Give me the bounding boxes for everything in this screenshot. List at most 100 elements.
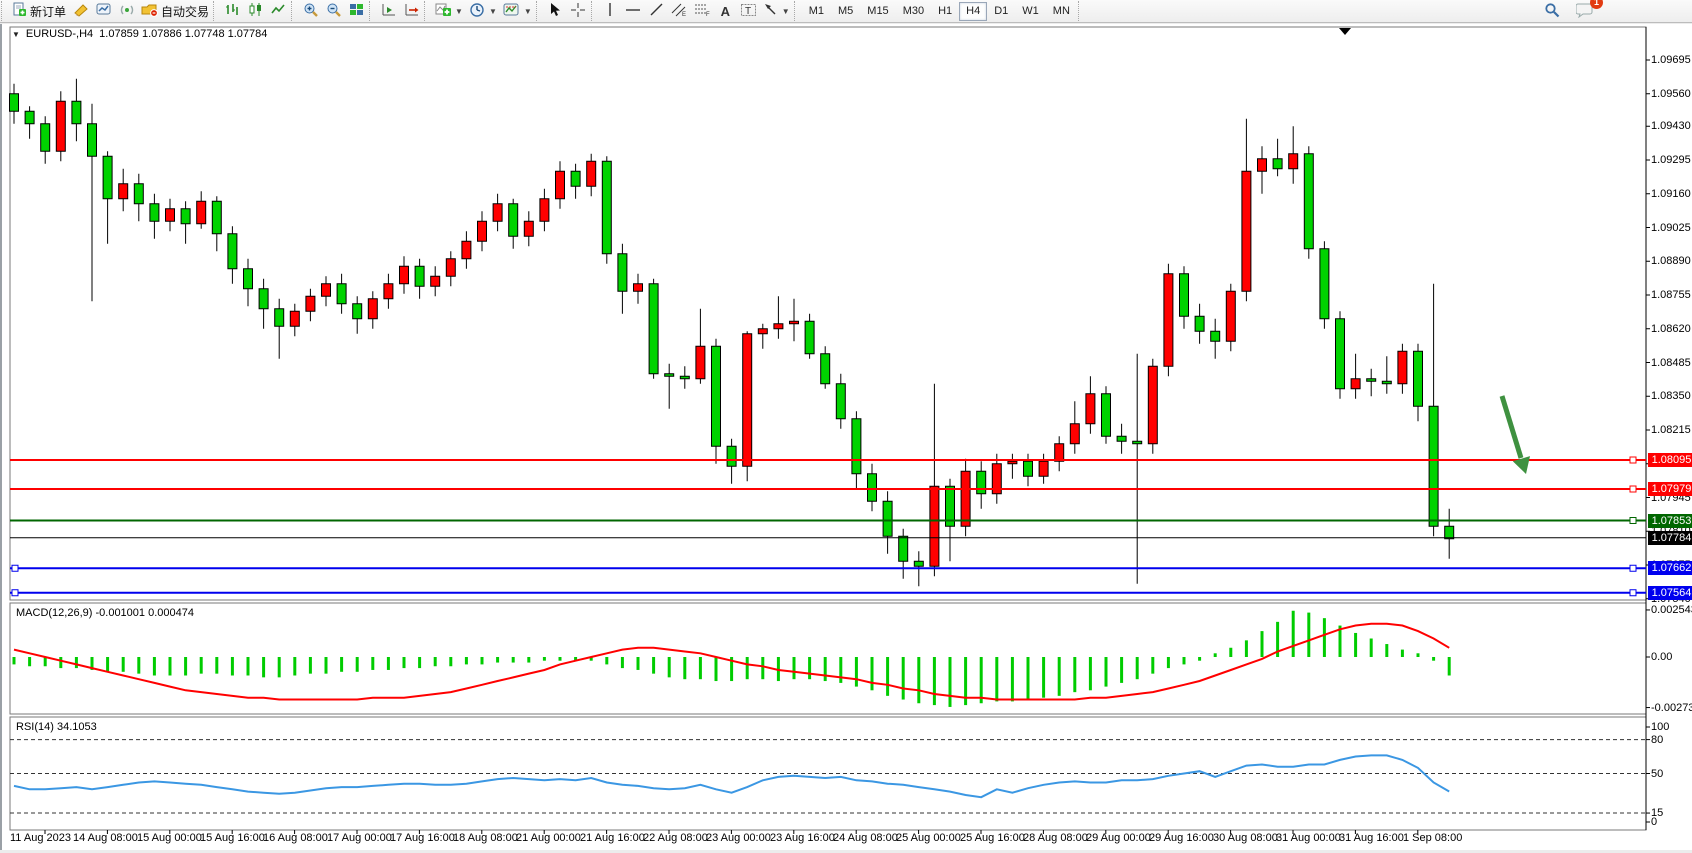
candle-body bbox=[1320, 249, 1329, 319]
text-label-button[interactable]: T bbox=[737, 1, 760, 22]
notification-count-badge: 1 bbox=[1590, 0, 1603, 9]
line-handle[interactable] bbox=[1630, 518, 1636, 524]
candle-body bbox=[914, 561, 923, 566]
line-handle[interactable] bbox=[12, 590, 18, 596]
arrows-button[interactable]: ▼ bbox=[760, 1, 793, 22]
price-axis-tick-label: 1.09025 bbox=[1651, 223, 1692, 234]
candle-body bbox=[1242, 171, 1251, 291]
indicators-button[interactable]: ▼ bbox=[432, 1, 466, 22]
search-button[interactable] bbox=[1540, 1, 1563, 22]
date-axis-label: 21 Aug 00:00 bbox=[516, 832, 581, 844]
candlestick-chart-button[interactable] bbox=[244, 1, 267, 22]
bar-chart-button[interactable] bbox=[221, 1, 244, 22]
candle-body bbox=[634, 284, 643, 292]
text-button[interactable]: A bbox=[714, 1, 737, 22]
price-level-badge: 1.07784 bbox=[1648, 531, 1692, 545]
indicators-icon bbox=[435, 2, 451, 20]
candle-body bbox=[696, 346, 705, 379]
crosshair-icon bbox=[570, 2, 586, 21]
signals-button[interactable] bbox=[115, 1, 138, 22]
line-handle[interactable] bbox=[12, 565, 18, 571]
indicators-caret-icon: ▼ bbox=[455, 7, 463, 16]
macd-axis-tick-label: 0.00 bbox=[1651, 652, 1692, 663]
zoom-in-button[interactable] bbox=[299, 1, 322, 22]
date-axis-label: 28 Aug 08:00 bbox=[1023, 832, 1088, 844]
notifications-button[interactable]: 1 bbox=[1573, 1, 1596, 22]
price-axis-tick-label: 1.08755 bbox=[1651, 290, 1692, 301]
equidistant-channel-button[interactable]: E bbox=[668, 1, 691, 22]
candle-body bbox=[540, 199, 549, 222]
timeframe-button-d1[interactable]: D1 bbox=[987, 2, 1015, 21]
line-handle[interactable] bbox=[1630, 457, 1636, 463]
timeframe-button-m5[interactable]: M5 bbox=[831, 2, 860, 21]
auto-scroll-button[interactable] bbox=[377, 1, 400, 22]
line-chart-button[interactable] bbox=[267, 1, 290, 22]
toolbar-separator bbox=[291, 1, 298, 21]
timeframe-button-h4[interactable]: H4 bbox=[959, 2, 987, 21]
tile-windows-button[interactable] bbox=[345, 1, 368, 22]
market-watch-button[interactable] bbox=[92, 1, 115, 22]
date-axis-label: 18 Aug 08:00 bbox=[453, 832, 518, 844]
templates-button[interactable]: ▼ bbox=[500, 1, 535, 22]
candle-body bbox=[805, 321, 814, 354]
date-axis-label: 30 Aug 08:00 bbox=[1213, 832, 1278, 844]
candle-body bbox=[852, 419, 861, 474]
candle-body bbox=[1304, 154, 1313, 249]
crosshair-button[interactable] bbox=[567, 1, 590, 22]
line-handle[interactable] bbox=[1630, 486, 1636, 492]
candle-body bbox=[197, 201, 206, 224]
line-chart-icon bbox=[271, 2, 286, 20]
chart-title-overlay: ▼ EURUSD-,H4 1.07859 1.07886 1.07748 1.0… bbox=[12, 28, 267, 40]
chart-shift-button[interactable] bbox=[400, 1, 423, 22]
candle-body bbox=[134, 184, 143, 204]
timeframe-button-h1[interactable]: H1 bbox=[931, 2, 959, 21]
chart-window[interactable]: ▼ EURUSD-,H4 1.07859 1.07886 1.07748 1.0… bbox=[0, 24, 1692, 850]
line-handle[interactable] bbox=[1630, 565, 1636, 571]
toolbar-separator bbox=[424, 1, 431, 21]
cursor-button[interactable] bbox=[544, 1, 567, 22]
date-axis-label: 15 Aug 16:00 bbox=[200, 832, 265, 844]
rsi-axis-tick-label: 100 bbox=[1651, 722, 1692, 733]
fibonacci-icon: F bbox=[694, 2, 711, 20]
price-level-badge: 1.08095 bbox=[1648, 453, 1692, 467]
date-axis-label: 23 Aug 00:00 bbox=[706, 832, 771, 844]
rsi-axis-tick-label: 50 bbox=[1651, 769, 1692, 780]
line-handle[interactable] bbox=[1630, 590, 1636, 596]
zoom-out-button[interactable] bbox=[322, 1, 345, 22]
price-chart-canvas[interactable] bbox=[2, 24, 1692, 850]
candle-body bbox=[1226, 291, 1235, 341]
candle-body bbox=[571, 171, 580, 186]
horizontal-line-button[interactable] bbox=[622, 1, 645, 22]
candle-body bbox=[119, 184, 128, 199]
candle-body bbox=[758, 329, 767, 334]
candle-body bbox=[493, 204, 502, 222]
vertical-line-button[interactable] bbox=[599, 1, 622, 22]
autotrading-button[interactable]: 自动交易 bbox=[138, 1, 212, 22]
price-level-badge: 1.07564 bbox=[1648, 586, 1692, 600]
candle-body bbox=[961, 471, 970, 526]
candle-body bbox=[400, 266, 409, 284]
candle-body bbox=[1180, 274, 1189, 317]
candle-body bbox=[228, 234, 237, 269]
date-axis-label: 24 Aug 08:00 bbox=[833, 832, 898, 844]
candle-body bbox=[446, 259, 455, 277]
metaeditor-button[interactable] bbox=[69, 1, 92, 22]
signals-icon bbox=[119, 2, 135, 20]
price-axis-tick-label: 1.08620 bbox=[1651, 324, 1692, 335]
price-axis-tick-label: 1.08890 bbox=[1651, 256, 1692, 267]
timeframe-button-m1[interactable]: M1 bbox=[802, 2, 831, 21]
timeframe-button-w1[interactable]: W1 bbox=[1015, 2, 1046, 21]
fibonacci-button[interactable]: F bbox=[691, 1, 714, 22]
date-axis-label: 21 Aug 16:00 bbox=[580, 832, 645, 844]
candle-body bbox=[1039, 461, 1048, 476]
candle-body bbox=[72, 101, 81, 124]
new-order-button[interactable]: 新订单 bbox=[9, 1, 69, 22]
timeframe-button-m30[interactable]: M30 bbox=[896, 2, 931, 21]
one-click-trading-arrow-icon[interactable]: ▼ bbox=[12, 30, 20, 39]
candle-body bbox=[1382, 381, 1391, 384]
trendline-button[interactable] bbox=[645, 1, 668, 22]
periods-button[interactable]: ▼ bbox=[466, 1, 500, 22]
timeframe-button-m15[interactable]: M15 bbox=[860, 2, 895, 21]
candle-body bbox=[556, 171, 565, 199]
timeframe-button-mn[interactable]: MN bbox=[1046, 2, 1077, 21]
